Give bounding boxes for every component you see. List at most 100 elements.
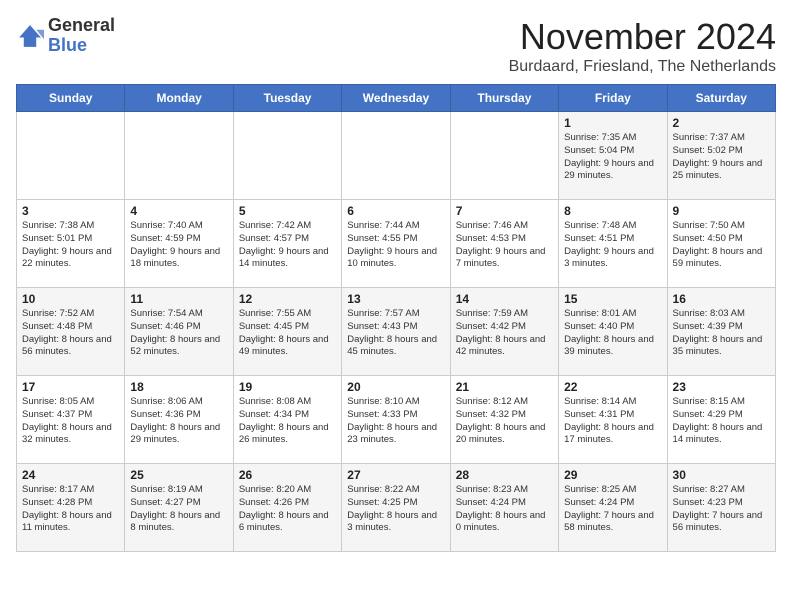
day-number: 6 <box>347 204 444 218</box>
calendar-day-cell: 24Sunrise: 8:17 AM Sunset: 4:28 PM Dayli… <box>17 464 125 552</box>
calendar-day-cell: 17Sunrise: 8:05 AM Sunset: 4:37 PM Dayli… <box>17 376 125 464</box>
day-number: 23 <box>673 380 770 394</box>
day-number: 30 <box>673 468 770 482</box>
calendar-day-cell: 8Sunrise: 7:48 AM Sunset: 4:51 PM Daylig… <box>559 200 667 288</box>
day-info: Sunrise: 8:03 AM Sunset: 4:39 PM Dayligh… <box>673 308 770 359</box>
calendar-day-cell: 27 Sunrise: 8:22 AM Sunset: 4:25 PM Dayli… <box>342 464 450 552</box>
calendar-day-cell: 25 Sunrise: 8:19 AM Sunset: 4:27 PM Dayli… <box>125 464 233 552</box>
day-number: 16 <box>673 292 770 306</box>
calendar-day-cell: 12 Sunrise: 7:55 AM Sunset: 4:45 PM Dayli… <box>233 288 341 376</box>
calendar-day-cell: 18 Sunrise: 8:06 AM Sunset: 4:36 PM Dayli… <box>125 376 233 464</box>
day-info: Sunrise: 8:20 AM Sunset: 4:26 PM Dayligh… <box>239 484 336 535</box>
weekday-header: Saturday <box>667 85 775 112</box>
calendar-day-cell: 6 Sunrise: 7:44 AM Sunset: 4:55 PM Daylig… <box>342 200 450 288</box>
calendar-day-cell: 15Sunrise: 8:01 AM Sunset: 4:40 PM Dayli… <box>559 288 667 376</box>
day-info: Sunrise: 7:37 AM Sunset: 5:02 PM Dayligh… <box>673 132 770 183</box>
logo: General Blue <box>16 16 115 56</box>
day-info: Sunrise: 8:06 AM Sunset: 4:36 PM Dayligh… <box>130 396 227 447</box>
calendar-day-cell: 1 Sunrise: 7:35 AM Sunset: 5:04 PM Daylig… <box>559 112 667 200</box>
calendar-day-cell: 5Sunrise: 7:42 AM Sunset: 4:57 PM Daylig… <box>233 200 341 288</box>
day-number: 18 <box>130 380 227 394</box>
calendar-day-cell: 13 Sunrise: 7:57 AM Sunset: 4:43 PM Dayli… <box>342 288 450 376</box>
calendar-day-cell <box>450 112 558 200</box>
day-info: Sunrise: 7:57 AM Sunset: 4:43 PM Dayligh… <box>347 308 444 359</box>
calendar-day-cell: 19Sunrise: 8:08 AM Sunset: 4:34 PM Dayli… <box>233 376 341 464</box>
day-number: 10 <box>22 292 119 306</box>
day-info: Sunrise: 8:22 AM Sunset: 4:25 PM Dayligh… <box>347 484 444 535</box>
weekday-header: Monday <box>125 85 233 112</box>
day-info: Sunrise: 7:40 AM Sunset: 4:59 PM Dayligh… <box>130 220 227 271</box>
page-header: General Blue November 2024 Burdaard, Fri… <box>16 16 776 76</box>
calendar-day-cell: 16 Sunrise: 8:03 AM Sunset: 4:39 PM Dayli… <box>667 288 775 376</box>
day-info: Sunrise: 8:05 AM Sunset: 4:37 PM Dayligh… <box>22 396 119 447</box>
calendar-week-row: 1 Sunrise: 7:35 AM Sunset: 5:04 PM Daylig… <box>17 112 776 200</box>
title-block: November 2024 Burdaard, Friesland, The N… <box>509 16 776 76</box>
day-info: Sunrise: 7:44 AM Sunset: 4:55 PM Dayligh… <box>347 220 444 271</box>
day-info: Sunrise: 8:17 AM Sunset: 4:28 PM Dayligh… <box>22 484 119 535</box>
calendar-day-cell: 7 Sunrise: 7:46 AM Sunset: 4:53 PM Daylig… <box>450 200 558 288</box>
day-number: 2 <box>673 116 770 130</box>
day-info: Sunrise: 7:46 AM Sunset: 4:53 PM Dayligh… <box>456 220 553 271</box>
weekday-header: Wednesday <box>342 85 450 112</box>
day-info: Sunrise: 8:27 AM Sunset: 4:23 PM Dayligh… <box>673 484 770 535</box>
calendar-day-cell: 26 Sunrise: 8:20 AM Sunset: 4:26 PM Dayli… <box>233 464 341 552</box>
day-number: 9 <box>673 204 770 218</box>
calendar-week-row: 3Sunrise: 7:38 AM Sunset: 5:01 PM Daylig… <box>17 200 776 288</box>
day-info: Sunrise: 7:59 AM Sunset: 4:42 PM Dayligh… <box>456 308 553 359</box>
day-number: 1 <box>564 116 661 130</box>
calendar-header-row: SundayMondayTuesdayWednesdayThursdayFrid… <box>17 85 776 112</box>
calendar-week-row: 17Sunrise: 8:05 AM Sunset: 4:37 PM Dayli… <box>17 376 776 464</box>
day-info: Sunrise: 7:35 AM Sunset: 5:04 PM Dayligh… <box>564 132 661 183</box>
calendar-day-cell: 14 Sunrise: 7:59 AM Sunset: 4:42 PM Dayli… <box>450 288 558 376</box>
weekday-header: Friday <box>559 85 667 112</box>
day-info: Sunrise: 7:54 AM Sunset: 4:46 PM Dayligh… <box>130 308 227 359</box>
calendar-day-cell: 2 Sunrise: 7:37 AM Sunset: 5:02 PM Daylig… <box>667 112 775 200</box>
day-info: Sunrise: 7:42 AM Sunset: 4:57 PM Dayligh… <box>239 220 336 271</box>
calendar-day-cell <box>342 112 450 200</box>
logo-text: General Blue <box>48 16 115 56</box>
day-number: 29 <box>564 468 661 482</box>
day-info: Sunrise: 8:25 AM Sunset: 4:24 PM Dayligh… <box>564 484 661 535</box>
calendar-day-cell: 22Sunrise: 8:14 AM Sunset: 4:31 PM Dayli… <box>559 376 667 464</box>
day-number: 7 <box>456 204 553 218</box>
logo-icon <box>16 22 44 50</box>
calendar-day-cell: 23 Sunrise: 8:15 AM Sunset: 4:29 PM Dayli… <box>667 376 775 464</box>
day-info: Sunrise: 8:15 AM Sunset: 4:29 PM Dayligh… <box>673 396 770 447</box>
calendar-day-cell <box>17 112 125 200</box>
day-number: 4 <box>130 204 227 218</box>
day-info: Sunrise: 8:19 AM Sunset: 4:27 PM Dayligh… <box>130 484 227 535</box>
day-number: 8 <box>564 204 661 218</box>
calendar-week-row: 24Sunrise: 8:17 AM Sunset: 4:28 PM Dayli… <box>17 464 776 552</box>
calendar-day-cell: 4 Sunrise: 7:40 AM Sunset: 4:59 PM Daylig… <box>125 200 233 288</box>
day-number: 25 <box>130 468 227 482</box>
calendar-day-cell: 10 Sunrise: 7:52 AM Sunset: 4:48 PM Dayli… <box>17 288 125 376</box>
day-number: 19 <box>239 380 336 394</box>
day-number: 26 <box>239 468 336 482</box>
day-info: Sunrise: 8:23 AM Sunset: 4:24 PM Dayligh… <box>456 484 553 535</box>
calendar-day-cell: 28 Sunrise: 8:23 AM Sunset: 4:24 PM Dayli… <box>450 464 558 552</box>
calendar-day-cell: 11Sunrise: 7:54 AM Sunset: 4:46 PM Dayli… <box>125 288 233 376</box>
month-title: November 2024 <box>509 16 776 58</box>
calendar-day-cell: 29 Sunrise: 8:25 AM Sunset: 4:24 PM Dayli… <box>559 464 667 552</box>
day-info: Sunrise: 8:01 AM Sunset: 4:40 PM Dayligh… <box>564 308 661 359</box>
day-number: 20 <box>347 380 444 394</box>
calendar-day-cell <box>125 112 233 200</box>
day-info: Sunrise: 8:10 AM Sunset: 4:33 PM Dayligh… <box>347 396 444 447</box>
day-number: 12 <box>239 292 336 306</box>
day-number: 27 <box>347 468 444 482</box>
day-number: 3 <box>22 204 119 218</box>
day-info: Sunrise: 7:50 AM Sunset: 4:50 PM Dayligh… <box>673 220 770 271</box>
day-info: Sunrise: 8:12 AM Sunset: 4:32 PM Dayligh… <box>456 396 553 447</box>
weekday-header: Tuesday <box>233 85 341 112</box>
day-info: Sunrise: 7:55 AM Sunset: 4:45 PM Dayligh… <box>239 308 336 359</box>
day-number: 14 <box>456 292 553 306</box>
day-number: 28 <box>456 468 553 482</box>
calendar-day-cell: 30 Sunrise: 8:27 AM Sunset: 4:23 PM Dayli… <box>667 464 775 552</box>
day-info: Sunrise: 7:52 AM Sunset: 4:48 PM Dayligh… <box>22 308 119 359</box>
calendar-day-cell: 21Sunrise: 8:12 AM Sunset: 4:32 PM Dayli… <box>450 376 558 464</box>
calendar-day-cell: 20 Sunrise: 8:10 AM Sunset: 4:33 PM Dayli… <box>342 376 450 464</box>
day-info: Sunrise: 8:14 AM Sunset: 4:31 PM Dayligh… <box>564 396 661 447</box>
weekday-header: Thursday <box>450 85 558 112</box>
day-number: 13 <box>347 292 444 306</box>
calendar-table: SundayMondayTuesdayWednesdayThursdayFrid… <box>16 84 776 552</box>
